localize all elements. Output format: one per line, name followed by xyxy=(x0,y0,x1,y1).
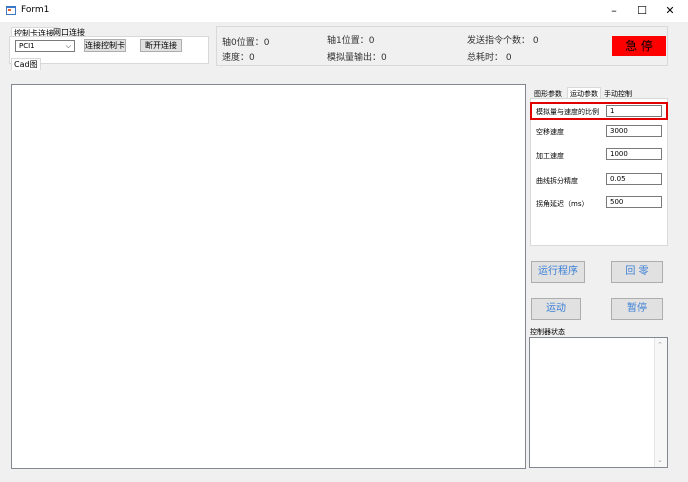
command-count: 发送指令个数： 0 xyxy=(467,36,539,46)
axis1-position: 轴1位置：0 xyxy=(327,36,375,46)
param-label-idle-speed: 空移速度 xyxy=(536,128,564,136)
corner-delay-input[interactable]: 500 xyxy=(606,196,662,208)
emergency-stop-button[interactable]: 急 停 xyxy=(612,36,666,56)
idle-speed-input[interactable]: 3000 xyxy=(606,125,662,137)
param-label-ratio: 模拟量与速度的比例 xyxy=(536,108,599,116)
status-scrollbar[interactable]: ⌃ ⌄ xyxy=(654,338,667,467)
close-button[interactable]: ✕ xyxy=(656,2,684,20)
drawing-canvas[interactable] xyxy=(11,84,526,469)
controller-status-label: 控制器状态 xyxy=(530,328,565,336)
home-button[interactable]: 回 零 xyxy=(611,261,663,283)
connect-card-button[interactable]: 连接控制卡 xyxy=(84,39,126,52)
param-label-work-speed: 加工速度 xyxy=(536,152,564,160)
total-time: 总耗时： 0 xyxy=(467,53,512,63)
run-program-button[interactable]: 运行程序 xyxy=(531,261,585,283)
disconnect-button[interactable]: 断开连接 xyxy=(140,39,182,52)
title-bar xyxy=(0,0,688,22)
axis0-position: 轴0位置：0 xyxy=(222,38,270,48)
motion-button[interactable]: 运动 xyxy=(531,298,581,320)
scroll-up-icon[interactable]: ⌃ xyxy=(657,341,663,349)
scroll-down-icon[interactable]: ⌄ xyxy=(657,456,663,464)
minimize-button[interactable]: – xyxy=(600,2,628,20)
app-icon xyxy=(6,6,16,15)
param-label-curve-precision: 曲线拆分精度 xyxy=(536,177,578,185)
tab-cad[interactable]: Cad图 xyxy=(11,58,41,70)
status-panel xyxy=(216,26,668,66)
curve-precision-input[interactable]: 0.05 xyxy=(606,173,662,185)
analog-output: 模拟量输出：0 xyxy=(327,53,387,63)
controller-status-box[interactable]: ⌃ ⌄ xyxy=(529,337,668,468)
ratio-input[interactable]: 1 xyxy=(606,105,662,117)
pause-button[interactable]: 暂停 xyxy=(611,298,663,320)
maximize-button[interactable]: ☐ xyxy=(628,2,656,20)
work-speed-input[interactable]: 1000 xyxy=(606,148,662,160)
motion-params-panel xyxy=(530,98,668,246)
window-title: Form1 xyxy=(21,5,50,15)
param-label-corner-delay: 拐角延迟（ms） xyxy=(536,200,589,208)
chevron-down-icon: ⌵ xyxy=(65,42,71,50)
speed-readout: 速度：0 xyxy=(222,53,255,63)
card-select-value: PCI1 xyxy=(19,42,35,50)
card-select[interactable]: PCI1 ⌵ xyxy=(15,40,75,52)
